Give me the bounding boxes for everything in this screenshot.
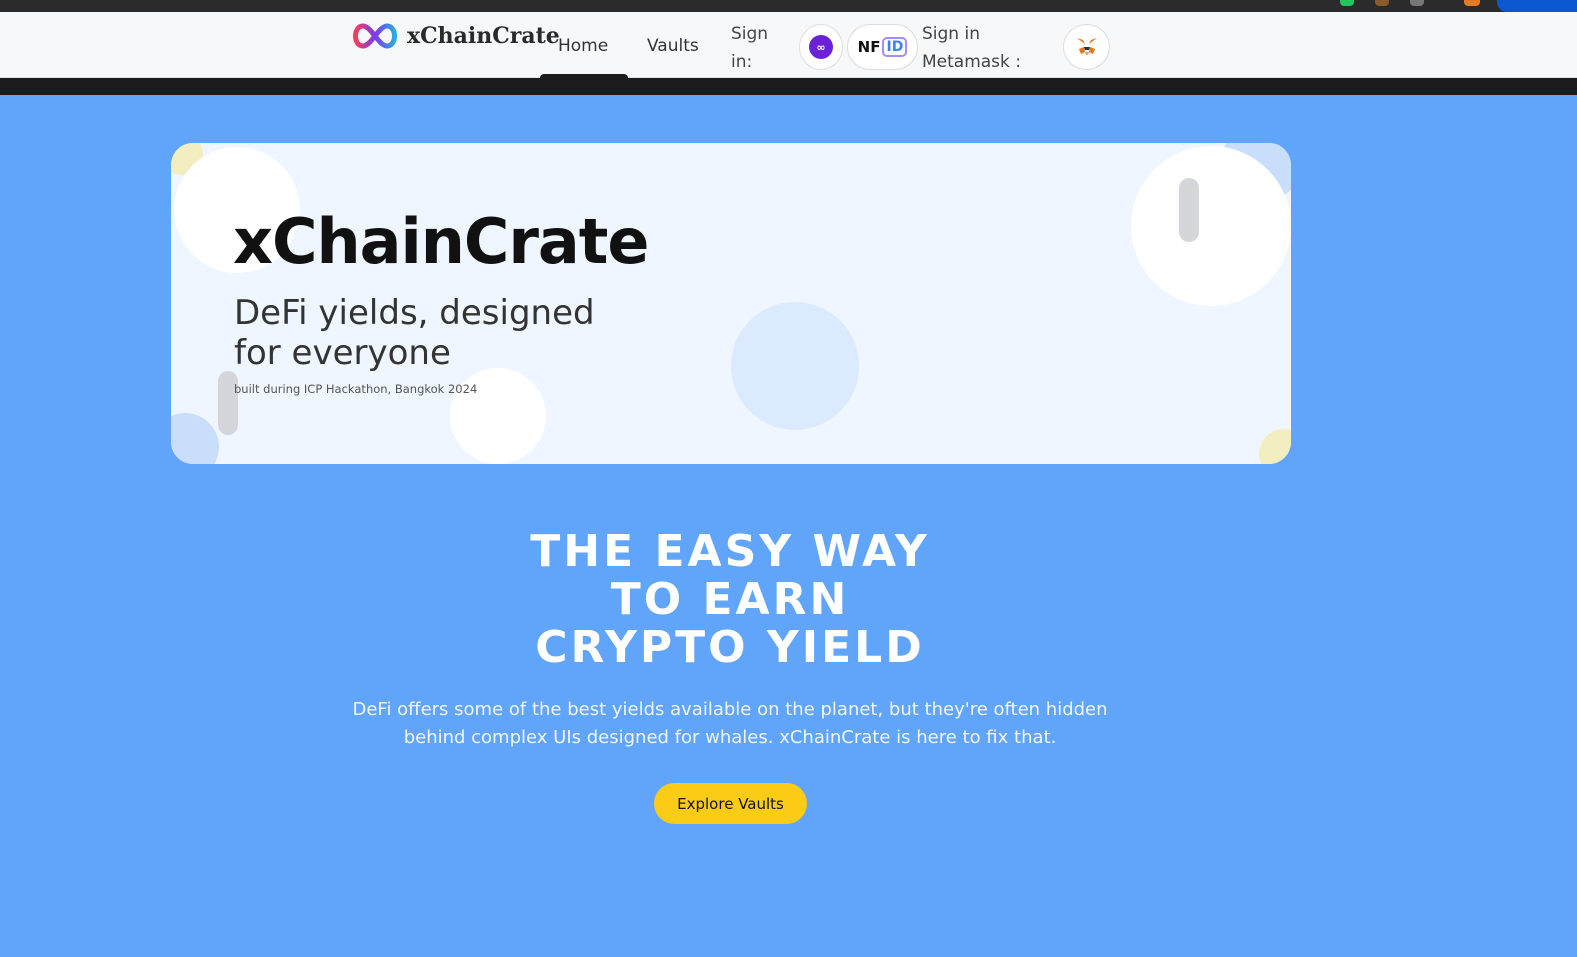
- headline-line-3: CRYPTO YIELD: [535, 622, 925, 673]
- nfid-nf-text: NF: [857, 38, 881, 56]
- nav-link-vaults[interactable]: Vaults: [647, 36, 699, 56]
- scroll-handle[interactable]: [218, 371, 238, 435]
- metamask-signin-button[interactable]: [1063, 24, 1110, 70]
- explore-vaults-button[interactable]: Explore Vaults: [654, 783, 807, 824]
- hero-subtitle: DeFi yields, designed for everyone: [234, 293, 595, 373]
- infinity-logo-icon: [353, 23, 397, 49]
- decorative-circle: [731, 302, 859, 430]
- nav-link-home[interactable]: Home: [558, 36, 608, 56]
- signin-label: Sign in:: [731, 24, 769, 72]
- extension-icon[interactable]: [1375, 0, 1389, 6]
- brand-logo[interactable]: xChainCrate: [349, 22, 560, 50]
- metamask-signin-label: Sign in Metamask :: [922, 24, 1022, 72]
- metamask-fox-icon: [1076, 38, 1097, 55]
- decorative-circle: [1259, 429, 1291, 464]
- extension-icon[interactable]: [1340, 0, 1354, 6]
- hero-card: xChainCrate DeFi yields, designed for ev…: [171, 143, 1291, 464]
- profile-avatar-icon[interactable]: [1464, 0, 1480, 6]
- decorative-circle: [171, 413, 219, 464]
- hackathon-note: built during ICP Hackathon, Bangkok 2024: [234, 382, 478, 396]
- nfid-signin-button[interactable]: NF ID: [847, 24, 918, 70]
- scroll-handle[interactable]: [1179, 178, 1199, 242]
- browser-toolbar-strip: [0, 0, 1577, 12]
- internet-identity-signin-button[interactable]: ∞: [799, 24, 843, 70]
- header-divider-band: [0, 78, 1577, 95]
- decorative-circle: [1131, 146, 1291, 306]
- top-navbar: xChainCrate Home Vaults Sign in: ∞ NF ID…: [0, 12, 1577, 78]
- headline-line-1: THE EASY WAY: [530, 526, 930, 577]
- headline-line-2: TO EARN: [610, 574, 850, 625]
- main-description: DeFi offers some of the best yields avai…: [352, 699, 1108, 748]
- internet-identity-icon: ∞: [809, 35, 833, 59]
- browser-action-button[interactable]: [1497, 0, 1577, 12]
- nfid-id-text: ID: [882, 37, 908, 57]
- brand-name: xChainCrate: [407, 23, 560, 49]
- hero-title: xChainCrate: [233, 205, 649, 278]
- extension-icon[interactable]: [1410, 0, 1424, 6]
- main-headline: THE EASY WAY TO EARN CRYPTO YIELD: [0, 528, 1460, 672]
